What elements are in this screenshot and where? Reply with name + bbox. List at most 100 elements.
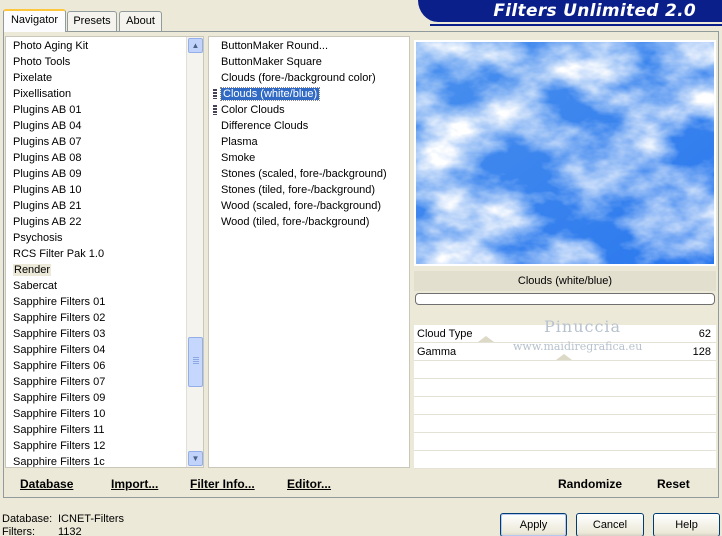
category-list[interactable]: Photo Aging Kit Photo Tools Pixelate Pixell… [5,36,204,468]
status-database-label: Database: [2,513,53,525]
filter-item-label: Stones (tiled, fore-/background) [221,184,376,196]
param-row-empty [414,397,716,415]
filter-item-label: ButtonMaker Square [221,56,322,68]
category-item-label: Plugins AB 01 [13,104,82,116]
filter-list[interactable]: ButtonMaker Round... ButtonMaker Square Cl… [208,36,410,468]
filter-item-label: Wood (scaled, fore-/background) [221,200,381,212]
editor-button[interactable]: Editor... [287,477,331,491]
category-item[interactable]: Sapphire Filters 12 [6,438,203,454]
filter-item-label: Clouds (white/blue) [219,87,321,101]
filter-item-label: Wood (tiled, fore-/background) [221,216,370,228]
category-item-label: Pixelate [13,72,53,84]
category-item-label: Plugins AB 10 [13,184,82,196]
filter-item[interactable]: Clouds (fore-/background color) [214,70,409,86]
tab-presets[interactable]: Presets [67,11,117,31]
filter-item[interactable]: ButtonMaker Square [214,54,409,70]
scrollbar-thumb[interactable] [188,337,203,387]
category-item[interactable]: Sapphire Filters 03 [6,326,203,342]
category-item[interactable]: Plugins AB 09 [6,166,203,182]
randomize-button[interactable]: Randomize [558,477,622,491]
category-item-label: Sapphire Filters 01 [13,296,106,308]
status-database-value: ICNET-Filters [58,513,124,525]
status-database: Database: ICNET-Filters [2,513,124,525]
filter-item-label: Difference Clouds [221,120,309,132]
status-filters-label: Filters: [2,526,35,536]
category-item-label: Plugins AB 22 [13,216,82,228]
filter-item[interactable]: Wood (tiled, fore-/background) [214,214,409,230]
category-item[interactable]: Pixellisation [6,86,203,102]
category-item-label: Sapphire Filters 04 [13,344,106,356]
filter-item-label: Stones (scaled, fore-/background) [221,168,387,180]
param-row-empty [414,361,716,379]
category-item-label: Sapphire Filters 07 [13,376,106,388]
category-item-label: Sapphire Filters 12 [13,440,106,452]
param-label: Gamma [417,346,457,358]
reset-button[interactable]: Reset [657,477,690,491]
help-button[interactable]: Help [653,513,720,536]
category-item[interactable]: Plugins AB 10 [6,182,203,198]
category-item-label: Plugins AB 09 [13,168,82,180]
category-item[interactable]: Sapphire Filters 09 [6,390,203,406]
category-item[interactable]: Sapphire Filters 04 [6,342,203,358]
param-row-empty [414,415,716,433]
category-item[interactable]: Plugins AB 04 [6,118,203,134]
category-item[interactable]: Render [6,262,203,278]
category-item[interactable]: Sapphire Filters 1c [6,454,203,467]
import-button[interactable]: Import... [111,477,158,491]
param-value[interactable]: 128 [693,343,711,361]
param-value[interactable]: 62 [699,325,711,343]
category-item[interactable]: Sapphire Filters 11 [6,422,203,438]
tab-about[interactable]: About [119,11,162,31]
apply-button[interactable]: Apply [500,513,567,536]
cancel-button[interactable]: Cancel [576,513,644,536]
filter-item[interactable]: Clouds (white/blue) [213,86,409,102]
category-item[interactable]: Plugins AB 08 [6,150,203,166]
category-item[interactable]: Sapphire Filters 06 [6,358,203,374]
filter-item[interactable]: Wood (scaled, fore-/background) [214,198,409,214]
status-filters: Filters: 1132 [2,526,82,536]
category-item[interactable]: Plugins AB 22 [6,214,203,230]
chevron-up-icon[interactable]: ▲ [188,38,203,53]
category-item-label: Sabercat [13,280,58,292]
status-filters-value: 1132 [58,526,82,536]
database-button[interactable]: Database [20,477,73,491]
category-item-label: Photo Tools [13,56,71,68]
category-item-label: Sapphire Filters 02 [13,312,106,324]
grip-icon [213,89,217,99]
chevron-down-icon[interactable]: ▼ [188,451,203,466]
category-item[interactable]: RCS Filter Pak 1.0 [6,246,203,262]
category-item[interactable]: Photo Tools [6,54,203,70]
category-item-label: Photo Aging Kit [13,40,89,52]
category-item-label: Plugins AB 08 [13,152,82,164]
category-item[interactable]: Photo Aging Kit [6,38,203,54]
category-item[interactable]: Sapphire Filters 07 [6,374,203,390]
filter-item[interactable]: Stones (tiled, fore-/background) [214,182,409,198]
filter-item[interactable]: Color Clouds [213,102,409,118]
category-item[interactable]: Sapphire Filters 10 [6,406,203,422]
filter-info-button[interactable]: Filter Info... [190,477,255,491]
category-scrollbar[interactable]: ▲ ▼ [186,37,203,467]
progress-bar [415,293,715,305]
category-item-label: Sapphire Filters 03 [13,328,106,340]
category-item[interactable]: Sabercat [6,278,203,294]
category-item[interactable]: Psychosis [6,230,203,246]
category-item[interactable]: Plugins AB 07 [6,134,203,150]
filter-item[interactable]: Plasma [214,134,409,150]
filter-item[interactable]: ButtonMaker Round... [214,38,409,54]
filter-item[interactable]: Smoke [214,150,409,166]
watermark-name: Pinuccia [544,317,622,336]
param-row-empty [414,433,716,451]
category-item[interactable]: Plugins AB 01 [6,102,203,118]
category-item[interactable]: Sapphire Filters 02 [6,310,203,326]
filter-preview [414,40,716,266]
preview-filter-name: Clouds (white/blue) [414,271,716,291]
category-item-label: Pixellisation [13,88,72,100]
filter-item[interactable]: Difference Clouds [214,118,409,134]
tab-navigator[interactable]: Navigator [3,9,66,32]
category-item-label: Psychosis [13,232,63,244]
category-item-label: RCS Filter Pak 1.0 [13,248,105,260]
category-item[interactable]: Sapphire Filters 01 [6,294,203,310]
category-item[interactable]: Plugins AB 21 [6,198,203,214]
category-item[interactable]: Pixelate [6,70,203,86]
filter-item[interactable]: Stones (scaled, fore-/background) [214,166,409,182]
